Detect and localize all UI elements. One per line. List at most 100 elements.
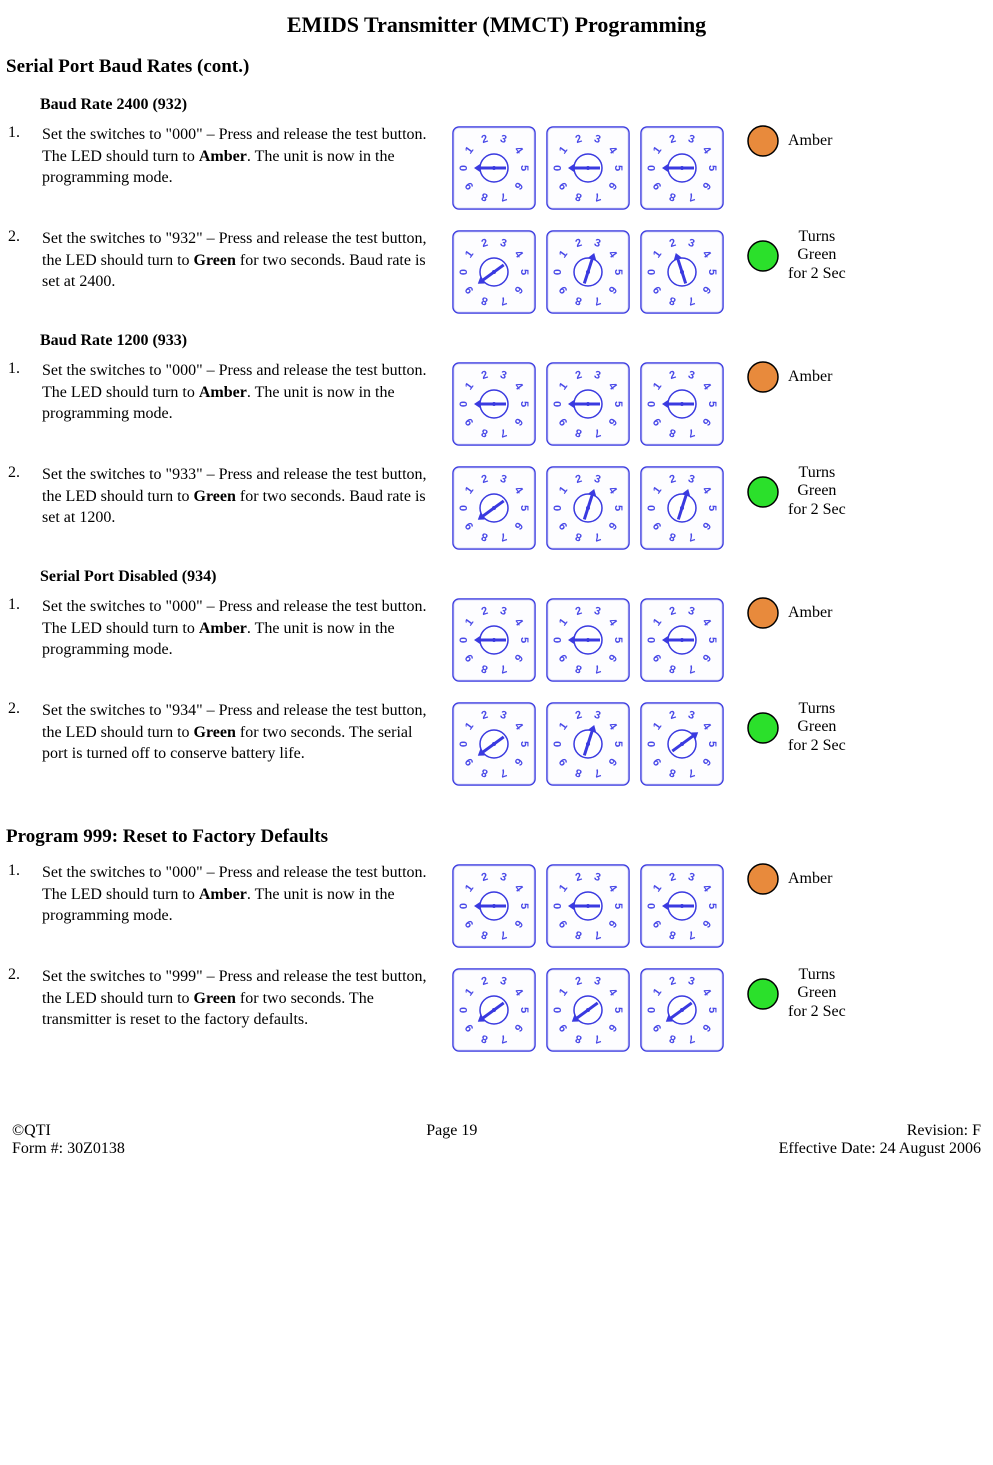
svg-text:0: 0 bbox=[458, 1007, 470, 1013]
step-text: Set the switches to "932" – Press and re… bbox=[42, 228, 452, 293]
step-text: Set the switches to "000" – Press and re… bbox=[42, 596, 452, 661]
led-indicator-icon bbox=[746, 977, 780, 1011]
svg-text:5: 5 bbox=[518, 505, 530, 511]
step-text: Set the switches to "000" – Press and re… bbox=[42, 360, 452, 425]
step-text: Set the switches to "934" – Press and re… bbox=[42, 700, 452, 765]
svg-text:0: 0 bbox=[552, 1007, 564, 1013]
led-status: TurnsGreenfor 2 Sec bbox=[742, 228, 966, 283]
svg-text:0: 0 bbox=[646, 637, 658, 643]
led-label: Amber bbox=[788, 870, 832, 888]
reset-steps: 1. Set the switches to "000" – Press and… bbox=[6, 862, 987, 1052]
rotary-dial-icon: 0123456789 bbox=[640, 864, 724, 948]
group-heading: Baud Rate 1200 (933) bbox=[40, 332, 987, 350]
svg-text:5: 5 bbox=[518, 165, 530, 171]
svg-text:0: 0 bbox=[458, 903, 470, 909]
footer-left: ©QTI Form #: 30Z0138 bbox=[12, 1122, 125, 1158]
dial-settings: 0123456789 0123456789 0123456789 bbox=[452, 596, 742, 682]
led-label: TurnsGreenfor 2 Sec bbox=[788, 700, 846, 755]
dial-settings: 0123456789 0123456789 0123456789 bbox=[452, 228, 742, 314]
led-indicator-icon bbox=[746, 360, 780, 394]
svg-text:0: 0 bbox=[458, 637, 470, 643]
led-indicator-icon bbox=[746, 475, 780, 509]
svg-text:0: 0 bbox=[458, 269, 470, 275]
instruction-step: 2. Set the switches to "933" – Press and… bbox=[6, 464, 987, 550]
svg-text:5: 5 bbox=[706, 741, 718, 747]
svg-text:0: 0 bbox=[646, 1007, 658, 1013]
page-title: EMIDS Transmitter (MMCT) Programming bbox=[6, 12, 987, 38]
led-label: Amber bbox=[788, 368, 832, 386]
rotary-dial-icon: 0123456789 bbox=[640, 466, 724, 550]
step-text: Set the switches to "000" – Press and re… bbox=[42, 862, 452, 927]
rotary-dial-icon: 0123456789 bbox=[452, 968, 536, 1052]
step-text: Set the switches to "999" – Press and re… bbox=[42, 966, 452, 1031]
svg-text:0: 0 bbox=[458, 165, 470, 171]
svg-text:0: 0 bbox=[552, 637, 564, 643]
dial-settings: 0123456789 0123456789 0123456789 bbox=[452, 700, 742, 786]
step-number: 1. bbox=[6, 124, 42, 142]
svg-text:0: 0 bbox=[458, 401, 470, 407]
footer-right: Revision: F Effective Date: 24 August 20… bbox=[779, 1122, 981, 1158]
rotary-dial-icon: 0123456789 bbox=[640, 126, 724, 210]
rotary-dial-icon: 0123456789 bbox=[546, 702, 630, 786]
svg-text:0: 0 bbox=[552, 165, 564, 171]
svg-text:5: 5 bbox=[706, 505, 718, 511]
svg-text:5: 5 bbox=[518, 401, 530, 407]
step-number: 1. bbox=[6, 360, 42, 378]
svg-text:0: 0 bbox=[646, 401, 658, 407]
svg-text:5: 5 bbox=[706, 903, 718, 909]
led-status: Amber bbox=[742, 596, 966, 630]
svg-text:5: 5 bbox=[612, 637, 624, 643]
svg-text:0: 0 bbox=[552, 401, 564, 407]
instruction-step: 2. Set the switches to "934" – Press and… bbox=[6, 700, 987, 786]
rotary-dial-icon: 0123456789 bbox=[546, 230, 630, 314]
led-indicator-icon bbox=[746, 862, 780, 896]
svg-text:5: 5 bbox=[612, 903, 624, 909]
instruction-step: 2. Set the switches to "932" – Press and… bbox=[6, 228, 987, 314]
dial-settings: 0123456789 0123456789 0123456789 bbox=[452, 464, 742, 550]
svg-text:0: 0 bbox=[552, 269, 564, 275]
svg-text:0: 0 bbox=[458, 505, 470, 511]
section-heading-reset: Program 999: Reset to Factory Defaults bbox=[6, 826, 987, 848]
rotary-dial-icon: 0123456789 bbox=[452, 598, 536, 682]
svg-text:5: 5 bbox=[612, 1007, 624, 1013]
rotary-dial-icon: 0123456789 bbox=[452, 362, 536, 446]
rotary-dial-icon: 0123456789 bbox=[640, 362, 724, 446]
rotary-dial-icon: 0123456789 bbox=[546, 864, 630, 948]
svg-text:5: 5 bbox=[518, 903, 530, 909]
svg-text:0: 0 bbox=[646, 269, 658, 275]
group-heading: Serial Port Disabled (934) bbox=[40, 568, 987, 586]
led-label: TurnsGreenfor 2 Sec bbox=[788, 228, 846, 283]
svg-text:5: 5 bbox=[518, 741, 530, 747]
led-label: Amber bbox=[788, 132, 832, 150]
footer-center: Page 19 bbox=[426, 1122, 477, 1158]
svg-text:5: 5 bbox=[706, 637, 718, 643]
rotary-dial-icon: 0123456789 bbox=[452, 230, 536, 314]
rotary-dial-icon: 0123456789 bbox=[452, 864, 536, 948]
instruction-step: 2. Set the switches to "999" – Press and… bbox=[6, 966, 987, 1052]
svg-text:0: 0 bbox=[552, 505, 564, 511]
instruction-step: 1. Set the switches to "000" – Press and… bbox=[6, 360, 987, 446]
rotary-dial-icon: 0123456789 bbox=[546, 968, 630, 1052]
led-status: Amber bbox=[742, 124, 966, 158]
svg-text:5: 5 bbox=[706, 401, 718, 407]
dial-settings: 0123456789 0123456789 0123456789 bbox=[452, 360, 742, 446]
svg-text:5: 5 bbox=[612, 269, 624, 275]
svg-text:0: 0 bbox=[552, 741, 564, 747]
step-number: 1. bbox=[6, 596, 42, 614]
svg-text:0: 0 bbox=[458, 741, 470, 747]
led-indicator-icon bbox=[746, 239, 780, 273]
baud-groups: Baud Rate 2400 (932) 1. Set the switches… bbox=[6, 96, 987, 786]
led-indicator-icon bbox=[746, 124, 780, 158]
instruction-step: 1. Set the switches to "000" – Press and… bbox=[6, 124, 987, 210]
rotary-dial-icon: 0123456789 bbox=[452, 702, 536, 786]
step-number: 2. bbox=[6, 464, 42, 482]
section-heading-baud: Serial Port Baud Rates (cont.) bbox=[6, 56, 987, 78]
step-text: Set the switches to "933" – Press and re… bbox=[42, 464, 452, 529]
svg-text:5: 5 bbox=[518, 269, 530, 275]
step-number: 2. bbox=[6, 966, 42, 984]
rotary-dial-icon: 0123456789 bbox=[640, 598, 724, 682]
group-heading: Baud Rate 2400 (932) bbox=[40, 96, 987, 114]
led-indicator-icon bbox=[746, 711, 780, 745]
led-status: TurnsGreenfor 2 Sec bbox=[742, 464, 966, 519]
svg-text:0: 0 bbox=[646, 165, 658, 171]
